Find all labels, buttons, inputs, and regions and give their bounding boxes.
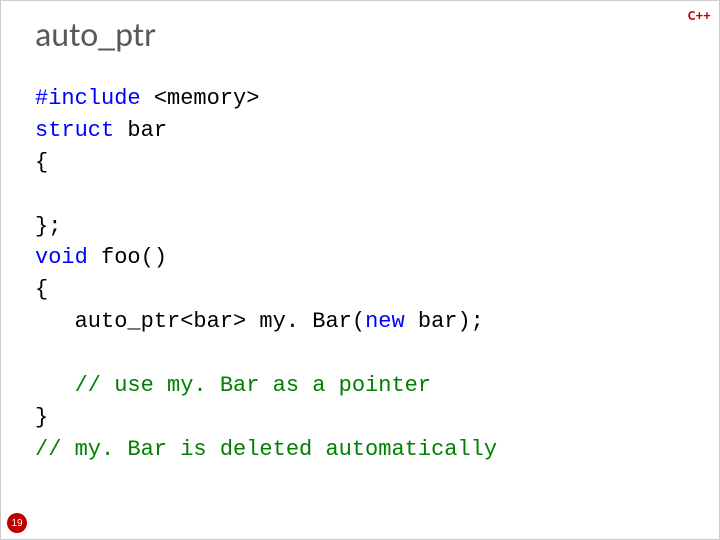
code-text: }: [35, 405, 48, 430]
code-text: };: [35, 214, 61, 239]
keyword-void: void: [35, 245, 88, 270]
keyword-new: new: [365, 309, 405, 334]
comment: // my. Bar is deleted automatically: [35, 437, 497, 462]
code-text: bar);: [405, 309, 484, 334]
comment: // use my. Bar as a pointer: [75, 373, 431, 398]
code-text: [35, 373, 75, 398]
code-text: bar: [114, 118, 167, 143]
code-text: <memory>: [141, 86, 260, 111]
slide: auto_ptr C++ #include <memory> struct ba…: [0, 0, 720, 540]
code-block: #include <memory> struct bar { }; void f…: [35, 83, 699, 466]
keyword-struct: struct: [35, 118, 114, 143]
code-text: {: [35, 150, 48, 175]
keyword-include: #include: [35, 86, 141, 111]
code-text: {: [35, 277, 48, 302]
page-number-badge: 19: [7, 513, 27, 533]
code-text: foo(): [88, 245, 167, 270]
slide-title: auto_ptr: [35, 15, 156, 56]
code-text: auto_ptr<bar> my. Bar(: [35, 309, 365, 334]
language-badge: C++: [688, 7, 711, 24]
